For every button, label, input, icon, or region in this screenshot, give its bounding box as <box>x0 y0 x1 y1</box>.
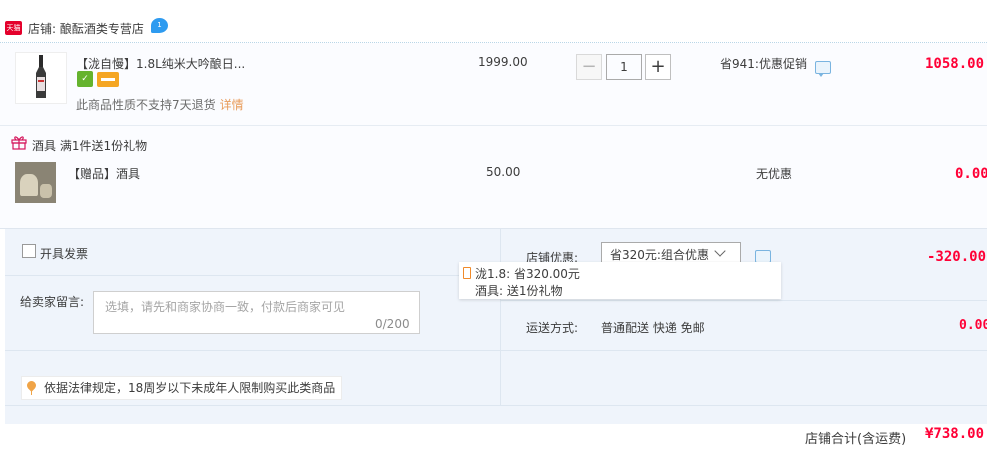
promo-text: 省941:优惠促销 <box>720 57 807 71</box>
gift-promo-title: 酒具 满1件送1份礼物 <box>32 139 148 153</box>
return-policy-note: 此商品性质不支持7天退货 详情 <box>76 96 244 113</box>
gift-name[interactable]: 【赠品】酒具 <box>68 165 140 182</box>
gift-icon <box>11 136 27 150</box>
phone-icon <box>463 267 471 279</box>
invoice-checkbox[interactable] <box>22 244 36 258</box>
shipping-amount: 0.00 <box>959 318 987 333</box>
bottle-image-icon <box>36 55 46 98</box>
popover-line: 泷1.8: 省320.00元 <box>475 267 580 281</box>
quantity-plus-button[interactable]: + <box>645 54 671 80</box>
shop-header <box>0 0 987 43</box>
location-pin-stem <box>31 390 32 395</box>
promo-message-icon[interactable] <box>815 61 831 77</box>
product-title-link[interactable]: 【泷自慢】1.8L纯米大吟酿日... <box>76 55 245 72</box>
product-total-price: 1058.00 <box>925 56 985 72</box>
popover-line: 酒具: 送1份礼物 <box>475 284 563 298</box>
tmall-logo-icon: 天猫 <box>5 21 22 35</box>
gift-image[interactable] <box>15 162 56 203</box>
age-restriction-note: 依据法律规定，18周岁以下未成年人限制购买此类商品 <box>21 376 343 400</box>
guarantee-icon[interactable]: ✓ <box>77 71 93 87</box>
shop-chat-icon[interactable]: 1 <box>151 18 168 33</box>
memo-label: 给卖家留言: <box>20 295 85 309</box>
gift-total-price: 0.00 <box>955 166 987 182</box>
divider <box>5 405 987 406</box>
shop-name-link[interactable]: 店铺: 酿酝酒类专营店 <box>28 20 144 37</box>
quantity-input[interactable]: 1 <box>606 54 642 80</box>
gift-price: 50.00 <box>486 165 521 179</box>
divider <box>5 275 500 276</box>
shop-discount-amount: -320.00 <box>927 249 987 265</box>
gift-discount: 无优惠 <box>756 167 793 181</box>
subtotal-value: ¥738.00 <box>925 426 985 442</box>
shipping-method: 普通配送 快递 免邮 <box>601 321 705 335</box>
divider <box>5 350 500 351</box>
invoice-label[interactable]: 开具发票 <box>40 245 88 262</box>
quantity-minus-button[interactable]: − <box>576 54 602 80</box>
memo-char-count: 0/200 <box>375 317 410 331</box>
unit-price: 1999.00 <box>478 55 528 69</box>
divider <box>501 300 987 301</box>
subtotal-label: 店铺合计(含运费) <box>805 432 907 447</box>
card-icon[interactable] <box>97 72 119 87</box>
return-policy-text: 此商品性质不支持7天退货 <box>76 98 216 112</box>
memo-placeholder: 选填，请先和商家协商一致，付款后商家可见 <box>105 300 346 314</box>
shipping-label: 运送方式: <box>526 321 579 335</box>
divider <box>500 229 501 405</box>
divider <box>501 350 987 351</box>
detail-link[interactable]: 详情 <box>220 98 244 112</box>
